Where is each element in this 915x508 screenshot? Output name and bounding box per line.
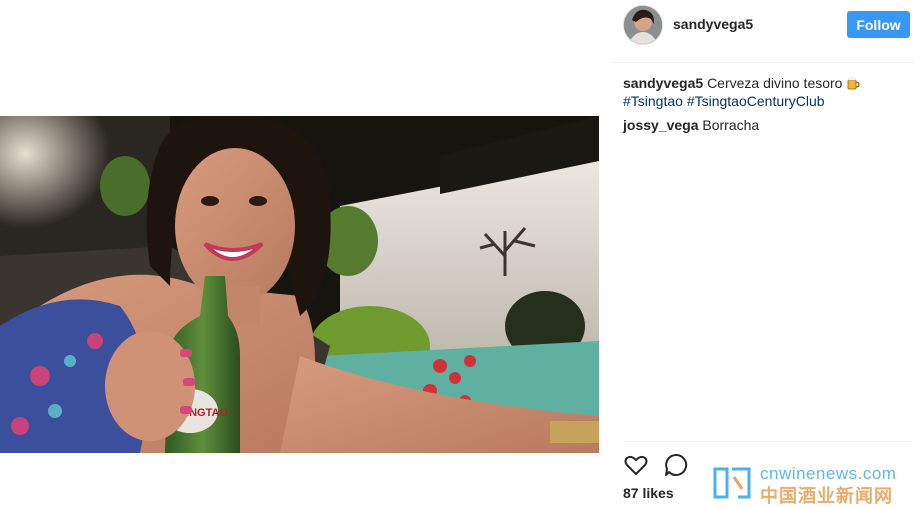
caption: sandyvega5 Cerveza divino tesoro #Tsingt…: [623, 74, 913, 110]
caption-text: Cerveza divino tesoro: [707, 75, 843, 91]
divider: [623, 441, 911, 442]
post-photo[interactable]: TSINGTAO: [0, 116, 599, 453]
comment-icon[interactable]: [663, 452, 689, 478]
hashtag-tsingtao[interactable]: #Tsingtao: [623, 93, 683, 109]
avatar[interactable]: [623, 5, 663, 45]
likes-count[interactable]: 87 likes: [623, 485, 674, 501]
post-sidebar: sandyvega5 Follow sandyvega5 Cerveza div…: [611, 0, 915, 503]
watermark-logo-icon: [713, 467, 751, 499]
follow-button[interactable]: Follow: [847, 11, 910, 38]
photo-illustration: TSINGTAO: [0, 116, 599, 453]
comment-item: jossy_vega Borracha: [623, 116, 913, 134]
caption-username[interactable]: sandyvega5: [623, 75, 703, 91]
post-header: sandyvega5 Follow: [611, 0, 915, 63]
hashtag-tsingtao-century-club[interactable]: #TsingtaoCenturyClub: [687, 93, 825, 109]
watermark-domain: cnwinenews.com: [760, 464, 897, 483]
comment-username[interactable]: jossy_vega: [623, 117, 699, 133]
heart-icon[interactable]: [623, 452, 649, 478]
beer-mug-icon: [847, 77, 860, 90]
author-username[interactable]: sandyvega5: [673, 16, 753, 32]
watermark: cnwinenews.com 中国酒业新闻网: [712, 463, 915, 506]
watermark-chinese: 中国酒业新闻网: [760, 486, 893, 506]
avatar-image: [624, 6, 662, 44]
comments-list: sandyvega5 Cerveza divino tesoro #Tsingt…: [623, 74, 913, 140]
comment-text: Borracha: [702, 117, 760, 133]
